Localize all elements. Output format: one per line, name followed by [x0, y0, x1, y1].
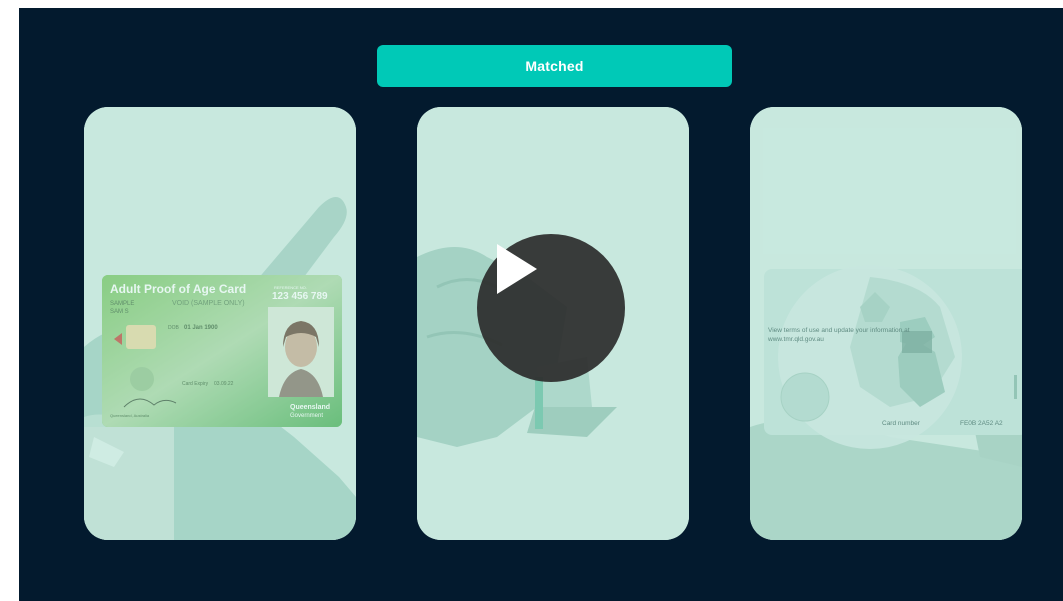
status-matched-bar: Matched	[377, 45, 732, 87]
card-title: Adult Proof of Age Card	[110, 282, 246, 296]
card-void-text: VOID (SAMPLE ONLY)	[172, 300, 245, 307]
expiry-label: Card Expiry	[182, 381, 209, 387]
issuer-line2: Government	[290, 413, 323, 419]
reference-label: REFERENCE NO.	[274, 285, 307, 290]
signature-caption: Queensland, Australia	[110, 413, 150, 418]
verification-stage: Matched Adult Proof of Age Card REFERENC…	[19, 8, 1063, 601]
id-tilt-video-panel[interactable]	[417, 107, 689, 540]
terms-line2: www.tmr.qld.gov.au	[767, 336, 824, 343]
id-back-photo: View terms of use and update your inform…	[750, 107, 1022, 540]
card-number-value: FE0B 2A52 A2	[960, 420, 1003, 427]
reference-number: 123 456 789	[272, 291, 328, 302]
terms-line1: View terms of use and update your inform…	[768, 327, 910, 334]
id-back-image-panel[interactable]: View terms of use and update your inform…	[750, 107, 1022, 540]
id-front-photo: Adult Proof of Age Card REFERENCE NO. 12…	[84, 107, 356, 540]
issuer-line1: Queensland	[290, 404, 330, 411]
card-number-label: Card number	[882, 420, 921, 427]
play-icon	[497, 244, 537, 294]
card-surname: SAMPLE	[110, 301, 134, 307]
play-button[interactable]	[477, 234, 625, 382]
id-front-image-panel[interactable]: Adult Proof of Age Card REFERENCE NO. 12…	[84, 107, 356, 540]
card-given-name: SAM S	[110, 309, 129, 315]
status-label: Matched	[525, 58, 584, 74]
dob-value: 01 Jan 1900	[184, 325, 218, 331]
card-chip	[126, 325, 156, 349]
expiry-value: 03.09.22	[214, 381, 234, 387]
dob-label: DOB	[168, 325, 180, 331]
